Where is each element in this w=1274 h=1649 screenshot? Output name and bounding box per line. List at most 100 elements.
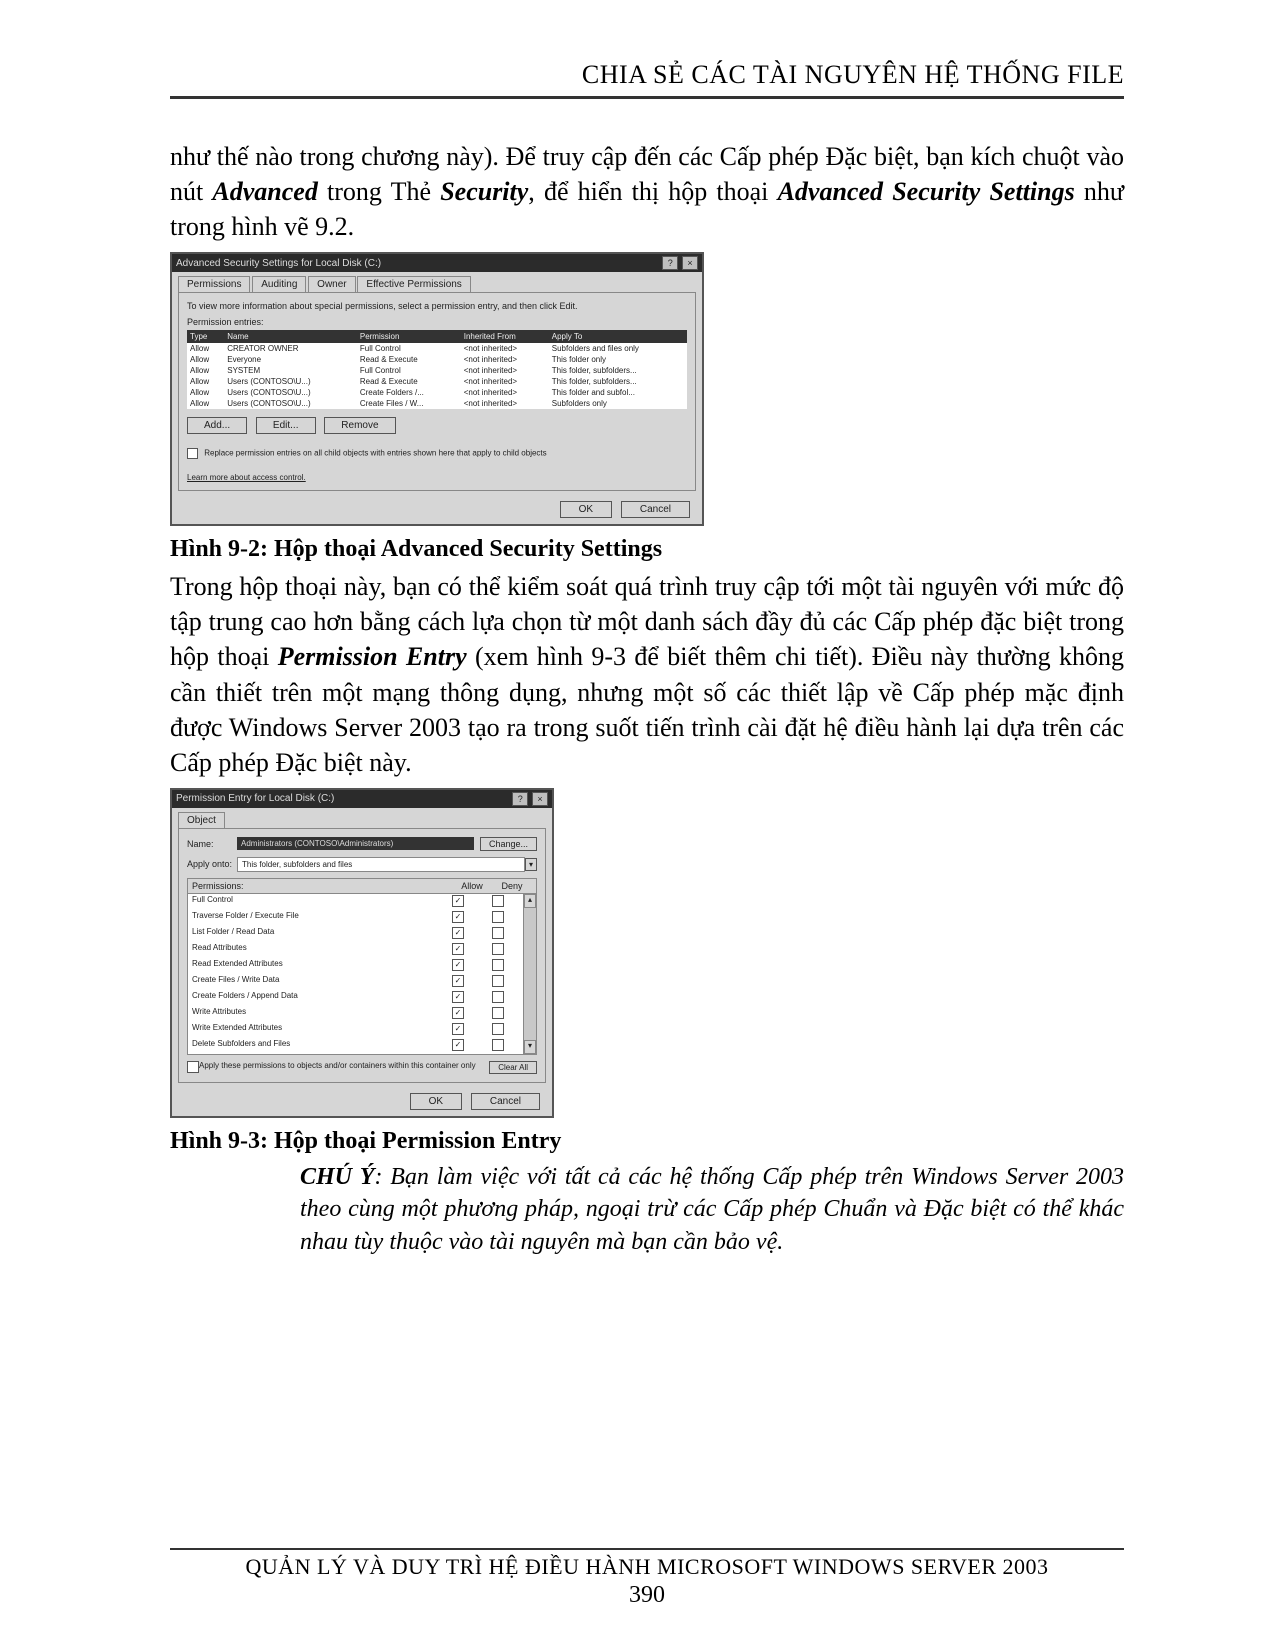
allow-checkbox[interactable]: ✓ [452, 1023, 464, 1035]
table-cell: SYSTEM [224, 365, 357, 376]
note-label: CHÚ Ý [300, 1164, 374, 1190]
col-type[interactable]: Type [187, 330, 224, 343]
p1-sec: Security [440, 177, 528, 206]
table-row[interactable]: AllowUsers (CONTOSO\U...)Create Folders … [187, 387, 687, 398]
table-cell: CREATOR OWNER [224, 343, 357, 354]
allow-checkbox[interactable]: ✓ [452, 991, 464, 1003]
col-name[interactable]: Name [224, 330, 357, 343]
deny-checkbox[interactable] [492, 975, 504, 987]
tab-object[interactable]: Object [178, 812, 225, 828]
figure-9-3-caption: Hình 9-3: Hộp thoại Permission Entry [170, 1128, 1124, 1155]
permission-row: Delete✓ [188, 1054, 522, 1055]
permission-name: Write Extended Attributes [192, 1023, 438, 1037]
deny-checkbox[interactable] [492, 943, 504, 955]
allow-checkbox[interactable]: ✓ [452, 975, 464, 987]
deny-checkbox[interactable] [492, 895, 504, 907]
permission-row: Read Extended Attributes✓ [188, 958, 522, 974]
tab-strip: Permissions Auditing Owner Effective Per… [172, 272, 702, 292]
window-buttons: ? × [511, 792, 548, 806]
tab-effective[interactable]: Effective Permissions [357, 276, 470, 292]
table-cell: Create Folders /... [357, 387, 461, 398]
cancel-button[interactable]: Cancel [621, 501, 690, 518]
table-cell: Allow [187, 398, 224, 409]
paragraph-1: như thế nào trong chương này). Để truy c… [170, 139, 1124, 244]
replace-checkbox[interactable] [187, 448, 198, 459]
allow-checkbox[interactable]: ✓ [452, 927, 464, 939]
table-row[interactable]: AllowSYSTEMFull Control<not inherited>Th… [187, 365, 687, 376]
deny-checkbox[interactable] [492, 1023, 504, 1035]
p1-ass: Advanced Security Settings [778, 177, 1075, 206]
permission-row: Write Extended Attributes ✓ [188, 1022, 522, 1038]
col-inh[interactable]: Inherited From [461, 330, 549, 343]
cancel-button[interactable]: Cancel [471, 1093, 540, 1110]
footer-text: QUẢN LÝ VÀ DUY TRÌ HỆ ĐIỀU HÀNH MICROSOF… [170, 1548, 1124, 1580]
deny-checkbox[interactable] [492, 927, 504, 939]
scroll-down-icon[interactable]: ▾ [524, 1040, 536, 1054]
scrollbar[interactable]: ▴ ▾ [523, 894, 536, 1054]
permission-row: Full Control✓ [188, 894, 522, 910]
ok-button[interactable]: OK [560, 501, 612, 518]
table-row[interactable]: AllowUsers (CONTOSO\U...)Create Files / … [187, 398, 687, 409]
edit-button[interactable]: Edit... [256, 417, 316, 434]
dialog-titlebar: Permission Entry for Local Disk (C:) ? × [172, 790, 552, 808]
col-perm[interactable]: Permission [357, 330, 461, 343]
allow-checkbox[interactable]: ✓ [452, 959, 464, 971]
table-cell: Full Control [357, 343, 461, 354]
tab-permissions[interactable]: Permissions [178, 276, 250, 292]
deny-checkbox[interactable] [492, 959, 504, 971]
deny-checkbox[interactable] [492, 911, 504, 923]
table-row[interactable]: AllowUsers (CONTOSO\U...)Read & Execute<… [187, 376, 687, 387]
button-row: Add... Edit... Remove [187, 417, 687, 434]
table-row[interactable]: AllowEveryoneRead & Execute<not inherite… [187, 354, 687, 365]
permissions-table[interactable]: Type Name Permission Inherited From Appl… [187, 330, 687, 409]
deny-checkbox[interactable] [492, 1007, 504, 1019]
table-cell: <not inherited> [461, 376, 549, 387]
scroll-up-icon[interactable]: ▴ [524, 894, 536, 908]
close-icon[interactable]: × [532, 792, 548, 806]
allow-checkbox[interactable]: ✓ [452, 911, 464, 923]
allow-checkbox[interactable]: ✓ [452, 1039, 464, 1051]
deny-checkbox[interactable] [492, 1039, 504, 1051]
dialog-titlebar: Advanced Security Settings for Local Dis… [172, 254, 702, 272]
paragraph-2: Trong hộp thoại này, bạn có thể kiểm soá… [170, 569, 1124, 780]
chevron-down-icon[interactable]: ▾ [525, 858, 537, 871]
col-apply[interactable]: Apply To [549, 330, 687, 343]
table-cell: Users (CONTOSO\U...) [224, 398, 357, 409]
figure-9-2-caption: Hình 9-2: Hộp thoại Advanced Security Se… [170, 536, 1124, 563]
table-cell: Full Control [357, 365, 461, 376]
perm-col-allow: Allow [452, 881, 492, 891]
clear-all-button[interactable]: Clear All [489, 1061, 537, 1074]
help-icon[interactable]: ? [662, 256, 678, 270]
replace-label: Replace permission entries on all child … [204, 449, 546, 458]
dialog-advanced-security: Advanced Security Settings for Local Dis… [170, 252, 704, 526]
name-field: Administrators (CONTOSO\Administrators) [237, 837, 474, 850]
help-icon[interactable]: ? [512, 792, 528, 806]
permission-row: Delete Subfolders and Files✓ [188, 1038, 522, 1054]
table-cell: Subfolders and files only [549, 343, 687, 354]
tab-auditing[interactable]: Auditing [252, 276, 306, 292]
apply-onto-select[interactable]: This folder, subfolders and files [237, 857, 525, 872]
table-row[interactable]: AllowCREATOR OWNERFull Control<not inher… [187, 343, 687, 354]
permission-row: Read Attributes✓ [188, 942, 522, 958]
deny-checkbox[interactable] [492, 991, 504, 1003]
permission-row: Create Folders / Append Data✓ [188, 990, 522, 1006]
change-button[interactable]: Change... [480, 837, 537, 851]
tab-owner[interactable]: Owner [308, 276, 355, 292]
ok-button[interactable]: OK [410, 1093, 462, 1110]
close-icon[interactable]: × [682, 256, 698, 270]
chapter-header: CHIA SẺ CÁC TÀI NGUYÊN HỆ THỐNG FILE [170, 60, 1124, 99]
apply-children-checkbox[interactable] [187, 1061, 199, 1073]
allow-checkbox[interactable]: ✓ [452, 943, 464, 955]
allow-checkbox[interactable]: ✓ [452, 895, 464, 907]
allow-checkbox[interactable]: ✓ [452, 1007, 464, 1019]
remove-button[interactable]: Remove [324, 417, 395, 434]
table-cell: This folder and subfol... [549, 387, 687, 398]
p1-c: , để hiển thị hộp thoại [528, 177, 777, 206]
table-cell: Allow [187, 365, 224, 376]
table-cell: Allow [187, 343, 224, 354]
table-cell: Subfolders only [549, 398, 687, 409]
table-cell: <not inherited> [461, 343, 549, 354]
learn-more-link[interactable]: Learn more about access control. [187, 473, 687, 482]
add-button[interactable]: Add... [187, 417, 247, 434]
dialog-permission-entry: Permission Entry for Local Disk (C:) ? ×… [170, 788, 554, 1118]
